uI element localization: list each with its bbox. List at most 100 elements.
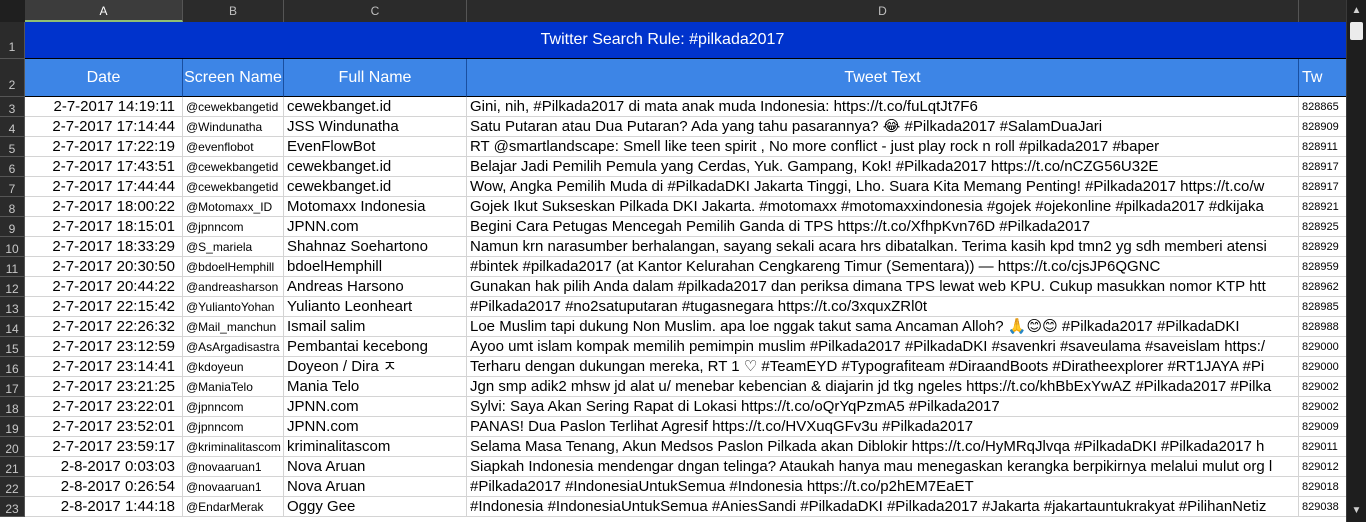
tweet-text-cell[interactable]: #Pilkada2017 #IndonesiaUntukSemua #Indon… — [467, 477, 1299, 497]
date-cell[interactable]: 2-7-2017 23:21:25 — [25, 377, 183, 397]
tweet-text-cell[interactable]: Loe Muslim tapi dukung Non Muslim. apa l… — [467, 317, 1299, 337]
tweet-text-cell[interactable]: Gunakan hak pilih Anda dalam #pilkada201… — [467, 277, 1299, 297]
row-header[interactable]: 16 — [0, 357, 25, 377]
row-header[interactable]: 10 — [0, 237, 25, 257]
sheet-title-cell[interactable]: Twitter Search Rule: #pilkada2017 — [25, 22, 1346, 59]
date-cell[interactable]: 2-7-2017 17:44:44 — [25, 177, 183, 197]
full-name-cell[interactable]: Yulianto Leonheart — [284, 297, 467, 317]
row-header[interactable]: 23 — [0, 497, 25, 517]
tweet-id-cell[interactable]: 829002 — [1299, 397, 1346, 417]
row-header[interactable]: 8 — [0, 197, 25, 217]
scroll-up-icon[interactable]: ▲ — [1347, 2, 1366, 20]
tweet-id-cell[interactable]: 828921 — [1299, 197, 1346, 217]
screen-name-cell[interactable]: @novaaruan1 — [183, 477, 284, 497]
tweet-id-cell[interactable]: 829038 — [1299, 497, 1346, 517]
column-header-a[interactable]: A — [25, 0, 183, 22]
row-header[interactable]: 19 — [0, 417, 25, 437]
tweet-text-cell[interactable]: Gojek Ikut Sukseskan Pilkada DKI Jakarta… — [467, 197, 1299, 217]
row-header-2[interactable]: 2 — [0, 59, 25, 97]
full-name-cell[interactable]: Oggy Gee — [284, 497, 467, 517]
tweet-id-cell[interactable]: 829012 — [1299, 457, 1346, 477]
header-full-name[interactable]: Full Name — [284, 59, 467, 97]
row-header[interactable]: 20 — [0, 437, 25, 457]
tweet-text-cell[interactable]: Belajar Jadi Pemilih Pemula yang Cerdas,… — [467, 157, 1299, 177]
date-cell[interactable]: 2-7-2017 22:15:42 — [25, 297, 183, 317]
row-header[interactable]: 12 — [0, 277, 25, 297]
date-cell[interactable]: 2-8-2017 0:03:03 — [25, 457, 183, 477]
scrollbar-thumb[interactable] — [1350, 22, 1363, 40]
tweet-id-cell[interactable]: 829011 — [1299, 437, 1346, 457]
date-cell[interactable]: 2-7-2017 18:00:22 — [25, 197, 183, 217]
row-header[interactable]: 9 — [0, 217, 25, 237]
tweet-text-cell[interactable]: Siapkah Indonesia mendengar dngan teling… — [467, 457, 1299, 477]
date-cell[interactable]: 2-7-2017 23:52:01 — [25, 417, 183, 437]
vertical-scrollbar[interactable]: ▲ ▼ — [1346, 0, 1366, 522]
tweet-id-cell[interactable]: 829018 — [1299, 477, 1346, 497]
tweet-text-cell[interactable]: Satu Putaran atau Dua Putaran? Ada yang … — [467, 117, 1299, 137]
column-header-c[interactable]: C — [284, 0, 467, 22]
select-all-corner[interactable] — [0, 0, 26, 22]
tweet-id-cell[interactable]: 828959 — [1299, 257, 1346, 277]
screen-name-cell[interactable]: @Motomaxx_ID — [183, 197, 284, 217]
tweet-id-cell[interactable]: 828909 — [1299, 117, 1346, 137]
date-cell[interactable]: 2-7-2017 18:33:29 — [25, 237, 183, 257]
tweet-text-cell[interactable]: Begini Cara Petugas Mencegah Pemilih Gan… — [467, 217, 1299, 237]
column-header-e[interactable] — [1299, 0, 1346, 22]
tweet-id-cell[interactable]: 828917 — [1299, 177, 1346, 197]
row-header[interactable]: 15 — [0, 337, 25, 357]
column-header-b[interactable]: B — [183, 0, 284, 22]
tweet-text-cell[interactable]: PANAS! Dua Paslon Terlihat Agresif https… — [467, 417, 1299, 437]
tweet-id-cell[interactable]: 828985 — [1299, 297, 1346, 317]
screen-name-cell[interactable]: @ManiaTelo — [183, 377, 284, 397]
full-name-cell[interactable]: JSS Windunatha — [284, 117, 467, 137]
full-name-cell[interactable]: JPNN.com — [284, 217, 467, 237]
date-cell[interactable]: 2-7-2017 14:19:11 — [25, 97, 183, 117]
full-name-cell[interactable]: Nova Aruan — [284, 457, 467, 477]
date-cell[interactable]: 2-7-2017 20:44:22 — [25, 277, 183, 297]
full-name-cell[interactable]: JPNN.com — [284, 397, 467, 417]
date-cell[interactable]: 2-8-2017 0:26:54 — [25, 477, 183, 497]
tweet-id-cell[interactable]: 829000 — [1299, 357, 1346, 377]
screen-name-cell[interactable]: @cewekbangetid — [183, 157, 284, 177]
tweet-id-cell[interactable]: 828962 — [1299, 277, 1346, 297]
full-name-cell[interactable]: Ismail salim — [284, 317, 467, 337]
row-header[interactable]: 5 — [0, 137, 25, 157]
tweet-id-cell[interactable]: 828929 — [1299, 237, 1346, 257]
tweet-id-cell[interactable]: 829009 — [1299, 417, 1346, 437]
date-cell[interactable]: 2-7-2017 23:59:17 — [25, 437, 183, 457]
row-header[interactable]: 7 — [0, 177, 25, 197]
header-tweet-text[interactable]: Tweet Text — [467, 59, 1299, 97]
tweet-text-cell[interactable]: #Pilkada2017 #no2satuputaran #tugasnegar… — [467, 297, 1299, 317]
full-name-cell[interactable]: Nova Aruan — [284, 477, 467, 497]
tweet-id-cell[interactable]: 828865 — [1299, 97, 1346, 117]
screen-name-cell[interactable]: @cewekbangetid — [183, 177, 284, 197]
full-name-cell[interactable]: Motomaxx Indonesia — [284, 197, 467, 217]
row-header[interactable]: 6 — [0, 157, 25, 177]
row-header-1[interactable]: 1 — [0, 22, 25, 59]
full-name-cell[interactable]: Pembantai kecebong — [284, 337, 467, 357]
date-cell[interactable]: 2-8-2017 1:44:18 — [25, 497, 183, 517]
date-cell[interactable]: 2-7-2017 17:14:44 — [25, 117, 183, 137]
date-cell[interactable]: 2-7-2017 20:30:50 — [25, 257, 183, 277]
tweet-text-cell[interactable]: Terharu dengan dukungan mereka, RT 1 ♡ #… — [467, 357, 1299, 377]
scroll-down-icon[interactable]: ▼ — [1347, 502, 1366, 520]
tweet-text-cell[interactable]: #bintek #pilkada2017 (at Kantor Keluraha… — [467, 257, 1299, 277]
screen-name-cell[interactable]: @jpnncom — [183, 217, 284, 237]
screen-name-cell[interactable]: @novaaruan1 — [183, 457, 284, 477]
tweet-id-cell[interactable]: 828911 — [1299, 137, 1346, 157]
tweet-text-cell[interactable]: Sylvi: Saya Akan Sering Rapat di Lokasi … — [467, 397, 1299, 417]
screen-name-cell[interactable]: @jpnncom — [183, 397, 284, 417]
date-cell[interactable]: 2-7-2017 23:22:01 — [25, 397, 183, 417]
row-header[interactable]: 11 — [0, 257, 25, 277]
screen-name-cell[interactable]: @bdoelHemphill — [183, 257, 284, 277]
date-cell[interactable]: 2-7-2017 17:43:51 — [25, 157, 183, 177]
full-name-cell[interactable]: Andreas Harsono — [284, 277, 467, 297]
tweet-text-cell[interactable]: RT @smartlandscape: Smell like teen spir… — [467, 137, 1299, 157]
screen-name-cell[interactable]: @cewekbangetid — [183, 97, 284, 117]
date-cell[interactable]: 2-7-2017 23:14:41 — [25, 357, 183, 377]
full-name-cell[interactable]: Mania Telo — [284, 377, 467, 397]
full-name-cell[interactable]: bdoelHemphill — [284, 257, 467, 277]
screen-name-cell[interactable]: @Mail_manchun — [183, 317, 284, 337]
tweet-id-cell[interactable]: 828925 — [1299, 217, 1346, 237]
full-name-cell[interactable]: EvenFlowBot — [284, 137, 467, 157]
